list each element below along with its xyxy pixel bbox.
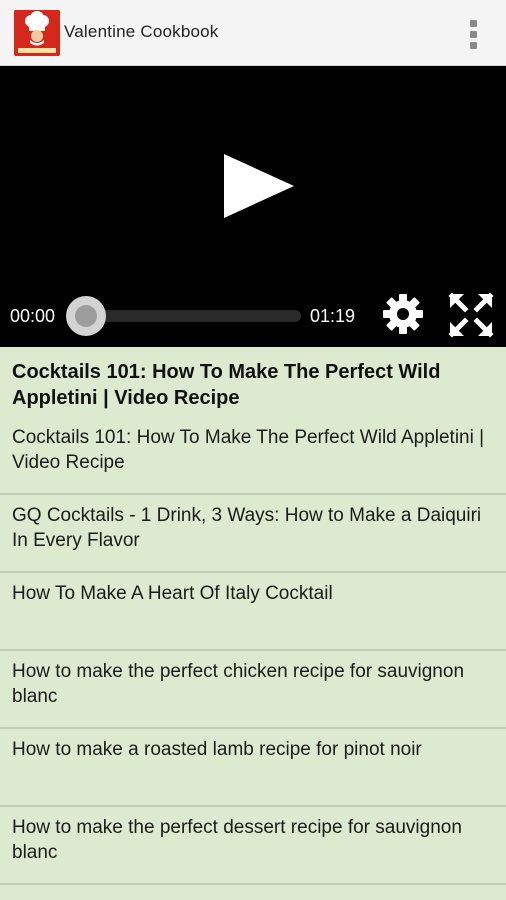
gear-icon[interactable] [381,292,425,336]
video-list-panel: Cocktails 101: How To Make The Perfect W… [0,347,506,885]
fullscreen-icon[interactable] [448,292,494,338]
list-item[interactable]: How To Make A Heart Of Italy Cocktail [0,573,506,651]
app-bar: Valentine Cookbook [0,0,506,66]
list-item[interactable]: How to make the perfect dessert recipe f… [0,807,506,885]
play-icon[interactable] [224,154,294,218]
duration: 01:19 [310,306,356,326]
app-title: Valentine Cookbook [64,22,219,41]
app-logo-icon [14,10,60,56]
seek-handle[interactable] [66,296,106,336]
current-time: 00:00 [10,306,56,326]
list-item[interactable]: GQ Cocktails - 1 Drink, 3 Ways: How to M… [0,495,506,573]
list-item[interactable]: Cocktails 101: How To Make The Perfect W… [0,417,506,495]
more-vert-icon[interactable] [462,14,484,54]
seek-bar[interactable] [86,310,301,322]
list-item[interactable]: How to make a roasted lamb recipe for pi… [0,729,506,807]
list-item[interactable]: How to make the perfect chicken recipe f… [0,651,506,729]
video-title: Cocktails 101: How To Make The Perfect W… [12,361,441,409]
video-player[interactable]: 00:00 01:19 [0,66,506,347]
